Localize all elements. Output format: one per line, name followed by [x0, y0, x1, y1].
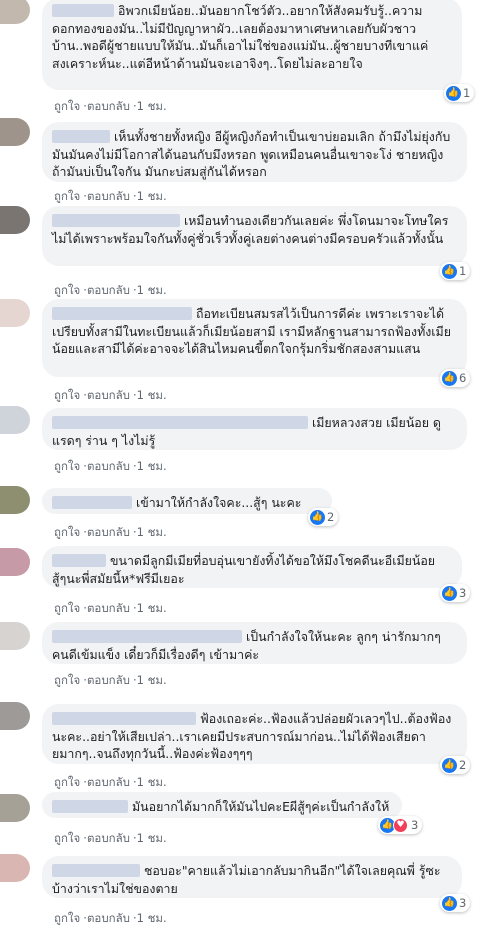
timestamp[interactable]: 1 ชม.	[137, 831, 167, 845]
comment-bubble: มันอยากได้มากก็ให้มันไปคะEผีสู้ๆค่ะเป็นก…	[42, 792, 402, 818]
comment-bubble: เมียหลวงสวย เมียน้อย ดูแรดๆ ร่าน ๆ ไงไม่…	[42, 408, 467, 450]
reply-link[interactable]: ตอบกลับ	[87, 459, 130, 473]
reaction-count[interactable]: 👍 3	[440, 584, 471, 602]
comment-text: ขนาดมีลูกมีเมียที่อบอุ่นเขายังทิ้งได้ขอใ…	[52, 553, 436, 586]
timestamp[interactable]: 1 ชม.	[137, 673, 167, 687]
comment-actions: ถูกใจ ·ตอบกลับ ·1 ชม.	[54, 283, 167, 297]
reaction-count[interactable]: 👍 3	[440, 894, 471, 912]
like-reaction-icon: 👍	[446, 85, 461, 101]
comment-text: เข้ามาให้กำลังใจคะ...สู้ๆ นะคะ	[136, 495, 302, 510]
avatar[interactable]	[0, 854, 30, 882]
timestamp[interactable]: 1 ชม.	[137, 459, 167, 473]
reaction-count[interactable]: 👍 2	[308, 508, 339, 526]
reply-link[interactable]: ตอบกลับ	[87, 525, 130, 539]
avatar[interactable]	[0, 548, 30, 576]
comment-bubble: ถือทะเบียนสมรสไว้เป็นการดีค่ะ เพราะเราจะ…	[42, 299, 467, 377]
comment-bubble: อิพวกเมียน้อย..มันอยากโชว์ตัว..อยากให้สั…	[42, 0, 462, 90]
reply-link[interactable]: ตอบกลับ	[87, 911, 130, 925]
avatar[interactable]	[0, 702, 30, 730]
commenter-name[interactable]	[52, 712, 196, 725]
comment-bubble: ฟ้องเถอะค่ะ..ฟ้องแล้วปล่อยผัวเลวๆไป..ต้อ…	[42, 704, 467, 764]
like-link[interactable]: ถูกใจ	[54, 525, 80, 539]
like-link[interactable]: ถูกใจ	[54, 673, 80, 687]
reply-link[interactable]: ตอบกลับ	[87, 831, 130, 845]
timestamp[interactable]: 1 ชม.	[137, 601, 167, 615]
reaction-count[interactable]: 👍 6	[440, 369, 471, 387]
like-link[interactable]: ถูกใจ	[54, 831, 80, 845]
timestamp[interactable]: 1 ชม.	[137, 189, 167, 203]
like-link[interactable]: ถูกใจ	[54, 459, 80, 473]
commenter-name[interactable]	[52, 416, 308, 429]
avatar[interactable]	[0, 0, 30, 24]
reply-link[interactable]: ตอบกลับ	[87, 283, 130, 297]
timestamp[interactable]: 1 ชม.	[137, 775, 167, 789]
reaction-count[interactable]: 👍 1	[444, 84, 475, 102]
avatar[interactable]	[0, 118, 30, 146]
like-reaction-icon: 👍	[442, 757, 457, 773]
comment-actions: ถูกใจ ·ตอบกลับ ·1 ชม.	[54, 189, 167, 203]
avatar[interactable]	[0, 794, 30, 822]
reaction-count[interactable]: 👍 ♥ 3	[378, 816, 423, 834]
like-link[interactable]: ถูกใจ	[54, 189, 80, 203]
reply-link[interactable]: ตอบกลับ	[87, 673, 130, 687]
like-link[interactable]: ถูกใจ	[54, 388, 80, 402]
like-reaction-icon: 👍	[442, 585, 457, 601]
like-reaction-icon: 👍	[442, 263, 457, 279]
comment-bubble: เห็นทั้งชายทั้งหญิง อีผู้หญิงก้อทำเป็นเข…	[42, 122, 467, 182]
like-link[interactable]: ถูกใจ	[54, 283, 80, 297]
avatar[interactable]	[0, 622, 30, 650]
comment-bubble: ขนาดมีลูกมีเมียที่อบอุ่นเขายังทิ้งได้ขอใ…	[42, 546, 462, 588]
comment-bubble: เป็นกำลังใจให้นะคะ ลูกๆ น่ารักมากๆ คนดีเ…	[42, 622, 467, 664]
like-link[interactable]: ถูกใจ	[54, 601, 80, 615]
commenter-name[interactable]	[52, 130, 110, 143]
timestamp[interactable]: 1 ชม.	[137, 525, 167, 539]
comment-bubble: เหมือนทำนองเดียวกันเลยค่ะ พึ่งโดนมาจะโทษ…	[42, 206, 467, 266]
timestamp[interactable]: 1 ชม.	[137, 283, 167, 297]
avatar[interactable]	[0, 406, 30, 434]
commenter-name[interactable]	[52, 554, 106, 567]
comment-actions: ถูกใจ ·ตอบกลับ ·1 ชม.	[54, 911, 167, 925]
comment-actions: ถูกใจ ·ตอบกลับ ·1 ชม.	[54, 388, 167, 402]
commenter-name[interactable]	[52, 864, 140, 877]
like-link[interactable]: ถูกใจ	[54, 911, 80, 925]
reaction-count[interactable]: 👍 1	[440, 262, 471, 280]
reply-link[interactable]: ตอบกลับ	[87, 388, 130, 402]
avatar[interactable]	[0, 206, 30, 234]
timestamp[interactable]: 1 ชม.	[137, 388, 167, 402]
reply-link[interactable]: ตอบกลับ	[87, 99, 130, 113]
comment-actions: ถูกใจ ·ตอบกลับ ·1 ชม.	[54, 525, 167, 539]
avatar[interactable]	[0, 486, 30, 514]
heart-reaction-icon: ♥	[393, 817, 408, 833]
comment-actions: ถูกใจ ·ตอบกลับ ·1 ชม.	[54, 99, 167, 113]
like-link[interactable]: ถูกใจ	[54, 99, 80, 113]
timestamp[interactable]: 1 ชม.	[137, 99, 167, 113]
commenter-name[interactable]	[52, 214, 180, 227]
comment-text: เห็นทั้งชายทั้งหญิง อีผู้หญิงก้อทำเป็นเข…	[52, 129, 451, 179]
comment-text: มันอยากได้มากก็ให้มันไปคะEผีสู้ๆค่ะเป็นก…	[132, 799, 390, 814]
avatar[interactable]	[0, 299, 30, 327]
comment-bubble: เข้ามาให้กำลังใจคะ...สู้ๆ นะคะ	[42, 488, 332, 514]
commenter-name[interactable]	[52, 4, 114, 17]
commenter-name[interactable]	[52, 496, 132, 509]
commenter-name[interactable]	[52, 307, 192, 320]
comment-actions: ถูกใจ ·ตอบกลับ ·1 ชม.	[54, 673, 167, 687]
comment-bubble: ชอบอะ"คายแล้วไม่เอากลับมากินอีก"ได้ใจเลย…	[42, 856, 462, 898]
like-reaction-icon: 👍	[442, 895, 457, 911]
reply-link[interactable]: ตอบกลับ	[87, 189, 130, 203]
reply-link[interactable]: ตอบกลับ	[87, 775, 130, 789]
commenter-name[interactable]	[52, 800, 128, 813]
comment-actions: ถูกใจ ·ตอบกลับ ·1 ชม.	[54, 831, 167, 845]
reply-link[interactable]: ตอบกลับ	[87, 601, 130, 615]
comment-actions: ถูกใจ ·ตอบกลับ ·1 ชม.	[54, 459, 167, 473]
commenter-name[interactable]	[52, 630, 242, 643]
comment-actions: ถูกใจ ·ตอบกลับ ·1 ชม.	[54, 775, 167, 789]
like-link[interactable]: ถูกใจ	[54, 775, 80, 789]
like-reaction-icon: 👍	[442, 370, 457, 386]
like-reaction-icon: 👍	[310, 509, 325, 525]
timestamp[interactable]: 1 ชม.	[137, 911, 167, 925]
comment-actions: ถูกใจ ·ตอบกลับ ·1 ชม.	[54, 601, 167, 615]
reaction-count[interactable]: 👍 2	[440, 756, 471, 774]
